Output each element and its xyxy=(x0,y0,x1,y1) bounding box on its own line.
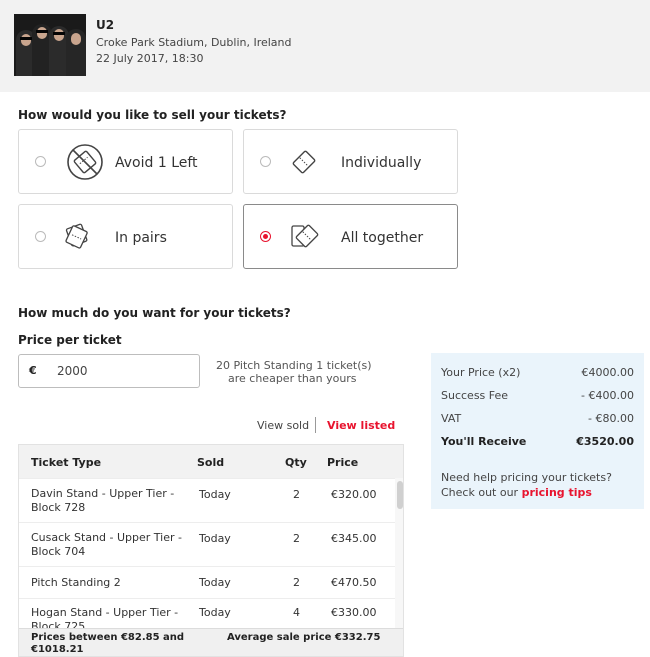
sell-method-heading: How would you like to sell your tickets? xyxy=(18,108,287,122)
table-header: Ticket Type Sold Qty Price xyxy=(19,445,403,478)
price-input[interactable]: € 2000 xyxy=(18,354,200,388)
option-all-together[interactable]: All together xyxy=(243,204,458,269)
cell-qty: 2 xyxy=(293,532,300,545)
success-fee-value: - €400.00 xyxy=(581,389,634,402)
option-individually[interactable]: Individually xyxy=(243,129,458,194)
vat-label: VAT xyxy=(441,412,462,425)
table-footer: Prices between €82.85 and €1018.21 Avera… xyxy=(19,628,403,656)
cell-price: €345.00 xyxy=(331,532,377,545)
currency-symbol: € xyxy=(29,364,37,377)
average-price-text: Average sale price €332.75 xyxy=(227,632,381,643)
event-venue: Croke Park Stadium, Dublin, Ireland xyxy=(96,36,292,49)
vat-value: - €80.00 xyxy=(588,412,634,425)
option-in-pairs[interactable]: In pairs xyxy=(18,204,233,269)
single-ticket-icon xyxy=(292,150,316,174)
cell-qty: 4 xyxy=(293,606,300,619)
table-scrollbar-thumb[interactable] xyxy=(397,481,403,509)
cell-price: €320.00 xyxy=(331,488,377,501)
price-hint-line-1: 20 Pitch Standing 1 ticket(s) xyxy=(216,359,372,372)
price-hint: 20 Pitch Standing 1 ticket(s) are cheape… xyxy=(216,359,386,385)
cell-ticket-type: Pitch Standing 2 xyxy=(31,576,121,589)
view-listed-link[interactable]: View listed xyxy=(327,419,395,432)
pricing-help: Need help pricing your tickets? Check ou… xyxy=(441,470,641,500)
cell-sold: Today xyxy=(199,532,231,545)
cell-qty: 2 xyxy=(293,576,300,589)
col-price: Price xyxy=(327,456,359,469)
cell-sold: Today xyxy=(199,606,231,619)
view-sold-link[interactable]: View sold xyxy=(257,419,309,432)
view-divider xyxy=(315,417,316,433)
event-header: U2 Croke Park Stadium, Dublin, Ireland 2… xyxy=(0,0,650,92)
cell-sold: Today xyxy=(199,488,231,501)
stacked-tickets-icon xyxy=(291,224,319,248)
receive-label: You'll Receive xyxy=(441,435,527,448)
table-row[interactable]: Cusack Stand - Upper Tier - Block 704 To… xyxy=(19,522,395,566)
cell-sold: Today xyxy=(199,576,231,589)
cell-price: €330.00 xyxy=(331,606,377,619)
option-avoid-1-left[interactable]: Avoid 1 Left xyxy=(18,129,233,194)
option-label: All together xyxy=(341,230,424,246)
table-row[interactable]: Hogan Stand - Upper Tier - Block 725 Tod… xyxy=(19,598,395,628)
col-ticket-type: Ticket Type xyxy=(31,456,102,469)
option-label: Avoid 1 Left xyxy=(115,155,198,171)
your-price-label: Your Price (x2) xyxy=(441,366,521,379)
cell-ticket-type: Cusack Stand - Upper Tier - Block 704 xyxy=(31,531,182,558)
your-price-value: €4000.00 xyxy=(581,366,635,379)
cell-qty: 2 xyxy=(293,488,300,501)
option-label: Individually xyxy=(341,155,422,171)
no-single-ticket-icon xyxy=(67,144,103,180)
cell-price: €470.50 xyxy=(331,576,377,589)
event-title: U2 xyxy=(96,18,115,32)
success-fee-label: Success Fee xyxy=(441,389,509,402)
cell-ticket-type: Hogan Stand - Upper Tier - Block 725 xyxy=(31,606,179,628)
option-label: In pairs xyxy=(115,230,167,246)
price-heading: How much do you want for your tickets? xyxy=(18,306,291,320)
price-per-ticket-label: Price per ticket xyxy=(18,333,122,347)
receive-value: €3520.00 xyxy=(576,435,634,448)
radio-avoid-1-left[interactable] xyxy=(35,156,46,167)
table-row[interactable]: Pitch Standing 2 Today 2 €470.50 xyxy=(19,566,395,598)
col-sold: Sold xyxy=(197,456,225,469)
event-date: 22 July 2017, 18:30 xyxy=(96,52,204,65)
event-image xyxy=(14,14,86,76)
tickets-table: Ticket Type Sold Qty Price Davin Stand -… xyxy=(18,444,404,657)
price-input-value[interactable]: 2000 xyxy=(57,364,88,378)
table-row[interactable]: Davin Stand - Upper Tier - Block 728 Tod… xyxy=(19,478,395,522)
radio-all-together[interactable] xyxy=(260,231,271,242)
price-summary-panel: Your Price (x2) €4000.00 Success Fee - €… xyxy=(431,353,644,509)
price-range-text: Prices between €82.85 and €1018.21 xyxy=(31,632,185,655)
price-hint-line-2: are cheaper than yours xyxy=(228,372,357,385)
cell-ticket-type: Davin Stand - Upper Tier - Block 728 xyxy=(31,487,175,514)
pricing-tips-link[interactable]: pricing tips xyxy=(522,486,592,499)
radio-individually[interactable] xyxy=(260,156,271,167)
radio-in-pairs[interactable] xyxy=(35,231,46,242)
pair-tickets-icon xyxy=(65,223,88,249)
col-qty: Qty xyxy=(285,456,307,469)
